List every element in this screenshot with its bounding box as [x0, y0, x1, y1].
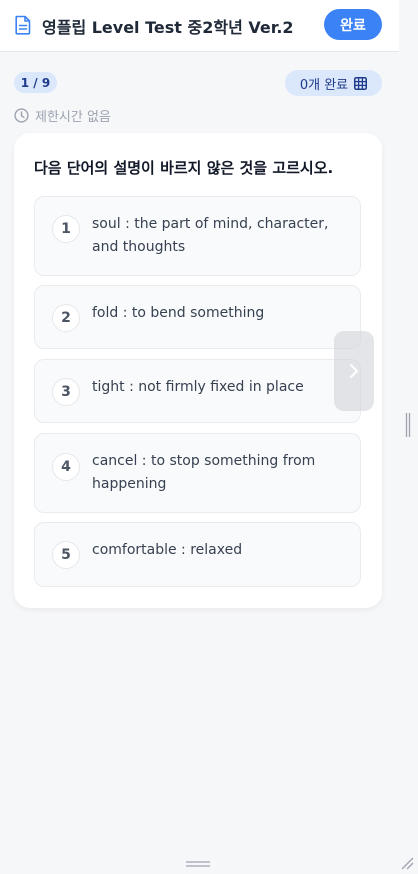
progress-badge: 1 / 9	[14, 72, 57, 93]
option-number: 2	[52, 304, 80, 332]
option-text: soul : the part of mind, character, and …	[92, 216, 329, 255]
time-limit-label: 제한시간 없음	[35, 109, 111, 125]
chevron-right-icon	[350, 364, 358, 378]
option-text: tight : not firmly fixed in place	[92, 379, 304, 395]
option-3[interactable]: 3 tight : not firmly fixed in place	[34, 359, 361, 423]
option-1[interactable]: 1 soul : the part of mind, character, an…	[34, 196, 361, 276]
header: 영플립 Level Test 중2학년 Ver.2 완료	[0, 0, 399, 52]
time-limit: 제한시간 없음	[14, 107, 111, 125]
clock-icon	[14, 107, 29, 123]
side-resize-handle[interactable]	[405, 412, 411, 438]
option-4[interactable]: 4 cancel : to stop something from happen…	[34, 433, 361, 513]
option-number: 5	[52, 541, 80, 569]
app: 영플립 Level Test 중2학년 Ver.2 완료 1 / 9 0개 완료…	[0, 0, 418, 874]
option-5[interactable]: 5 comfortable : relaxed	[34, 522, 361, 587]
next-question-button[interactable]	[334, 331, 374, 411]
option-number: 3	[52, 378, 80, 406]
option-2[interactable]: 2 fold : to bend something	[34, 285, 361, 349]
option-text: fold : to bend something	[92, 305, 265, 321]
option-text: comfortable : relaxed	[92, 542, 243, 558]
bottom-resize-handle[interactable]	[185, 860, 211, 868]
done-button[interactable]: 완료	[324, 9, 382, 40]
document-icon	[15, 15, 31, 35]
option-text: cancel : to stop something from happenin…	[92, 453, 316, 492]
grid-icon	[354, 76, 368, 90]
option-number: 4	[52, 453, 80, 481]
page-title: 영플립 Level Test 중2학년 Ver.2	[42, 18, 294, 37]
question-text: 다음 단어의 설명이 바르지 않은 것을 고르시오.	[34, 159, 334, 177]
completed-count-label: 0개 완료	[299, 77, 349, 93]
option-number: 1	[52, 215, 80, 243]
resize-grip-icon[interactable]	[400, 856, 414, 870]
completed-count-button[interactable]: 0개 완료	[285, 70, 382, 96]
question-card: 다음 단어의 설명이 바르지 않은 것을 고르시오. 1 soul : the …	[14, 133, 382, 608]
